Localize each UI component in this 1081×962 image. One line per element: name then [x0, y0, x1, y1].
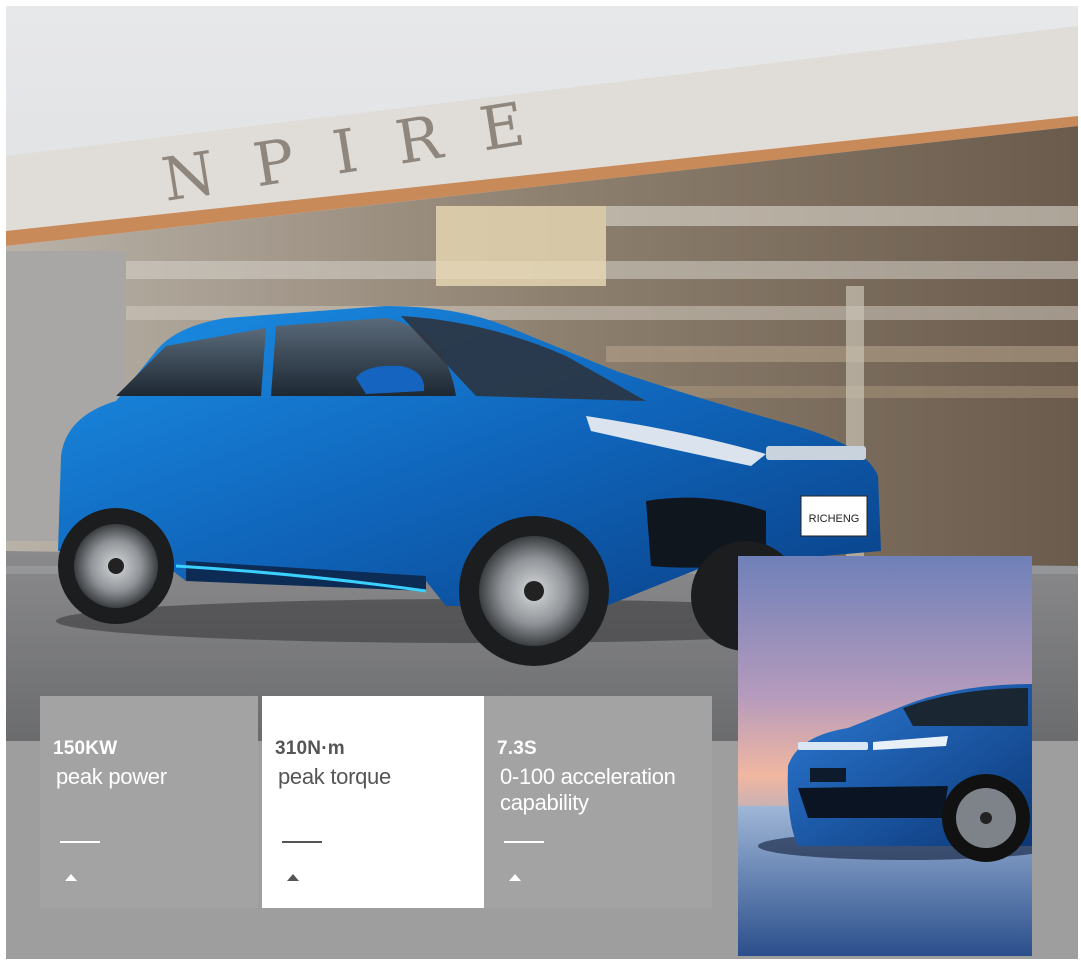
triangle-up-icon	[287, 874, 299, 881]
dash-line	[282, 841, 322, 843]
spec-label: 0-100 acceleration capability	[500, 764, 676, 815]
spec-value: 150KW	[53, 738, 118, 759]
promo-banner: NPIRE RICHENG 150KW peak power 310N·m pe…	[6, 6, 1078, 959]
dash-line	[504, 841, 544, 843]
triangle-up-icon	[509, 874, 521, 881]
spec-label: peak power	[56, 764, 167, 789]
inset-photo	[738, 556, 1032, 956]
spec-value: 7.3S	[497, 738, 537, 759]
spec-value: 310N·m	[275, 738, 345, 759]
license-plate: RICHENG	[809, 513, 860, 525]
spec-label: peak torque	[278, 764, 391, 789]
spec-card-power[interactable]: 150KW peak power	[40, 696, 258, 908]
dash-line	[60, 841, 100, 843]
spec-card-acceleration[interactable]: 7.3S 0-100 acceleration capability	[484, 696, 712, 908]
triangle-up-icon	[65, 874, 77, 881]
spec-card-torque[interactable]: 310N·m peak torque	[262, 696, 484, 908]
